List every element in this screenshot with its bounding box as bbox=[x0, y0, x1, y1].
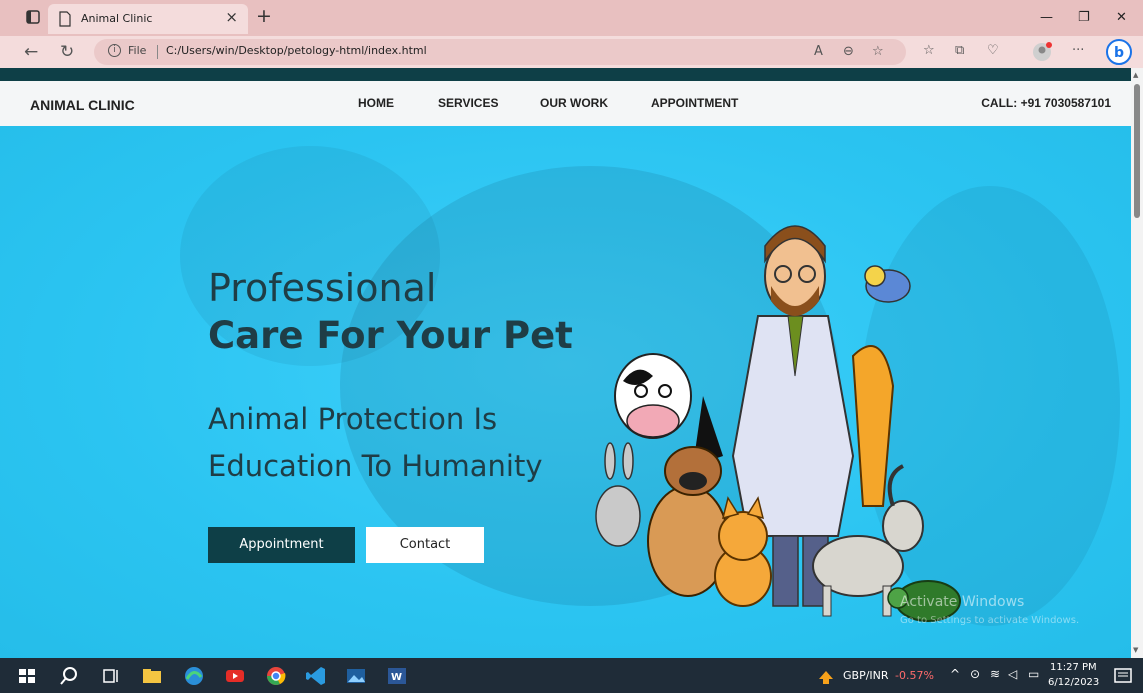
address-bar[interactable]: i File C:/Users/win/Desktop/petology-htm… bbox=[94, 39, 906, 65]
activate-windows-subtitle: Go to Settings to activate Windows. bbox=[900, 615, 1080, 626]
stock-ticker-icon[interactable] bbox=[815, 665, 837, 687]
svg-text:W: W bbox=[391, 672, 402, 683]
favorite-star-icon[interactable]: ☆ bbox=[872, 44, 884, 59]
contact-button[interactable]: Contact bbox=[366, 527, 484, 563]
windows-taskbar: W GBP/INR -0.57% ^ ⊙ ≋ ◁ ▭ 11:27 PM 6/12… bbox=[0, 658, 1143, 693]
hero-heading-bold: Care For Your Pet bbox=[208, 314, 573, 357]
start-icon[interactable] bbox=[16, 665, 38, 687]
page-viewport: ANIMAL CLINIC HOME SERVICES OUR WORK APP… bbox=[0, 68, 1131, 658]
svg-text:b: b bbox=[1114, 45, 1124, 61]
hero-section: Professional Care For Your Pet Animal Pr… bbox=[0, 126, 1131, 658]
top-stripe bbox=[0, 68, 1131, 81]
file-label: File bbox=[128, 44, 147, 57]
refresh-icon[interactable]: ↻ bbox=[60, 42, 74, 62]
file-explorer-icon[interactable] bbox=[141, 665, 163, 687]
page-icon bbox=[59, 11, 71, 27]
hero-subheading-2: Education To Humanity bbox=[208, 449, 543, 483]
call-number[interactable]: CALL: +91 7030587101 bbox=[981, 96, 1111, 110]
browser-tab-bar: Animal Clinic × + — ❐ ✕ bbox=[0, 0, 1143, 36]
hero-heading-light: Professional bbox=[208, 266, 437, 310]
info-icon[interactable]: i bbox=[108, 44, 121, 57]
network-icon[interactable]: ≋ bbox=[990, 667, 1000, 681]
collections-icon[interactable]: ⧉ bbox=[955, 43, 964, 58]
zoom-icon[interactable]: ⊖ bbox=[843, 44, 854, 59]
screen: Animal Clinic × + — ❐ ✕ ← ↻ i File C:/Us… bbox=[0, 0, 1143, 693]
nav-our-work[interactable]: OUR WORK bbox=[540, 96, 608, 110]
nav-services[interactable]: SERVICES bbox=[438, 96, 498, 110]
back-icon[interactable]: ← bbox=[24, 42, 38, 62]
activate-windows-watermark: Activate Windows bbox=[900, 594, 1025, 610]
brand-logo[interactable]: ANIMAL CLINIC bbox=[30, 97, 135, 113]
profile-avatar-icon[interactable] bbox=[1031, 41, 1053, 63]
restore-icon[interactable]: ❐ bbox=[1078, 10, 1090, 25]
minimize-icon[interactable]: — bbox=[1040, 10, 1053, 25]
new-tab-button[interactable]: + bbox=[256, 5, 272, 27]
task-view-icon[interactable] bbox=[100, 665, 122, 687]
scroll-up-icon[interactable]: ▲ bbox=[1133, 71, 1138, 79]
meet-now-icon[interactable]: ⊙ bbox=[970, 667, 980, 681]
volume-icon[interactable]: ◁ bbox=[1008, 667, 1017, 681]
separator bbox=[157, 45, 158, 59]
photos-icon[interactable] bbox=[345, 665, 367, 687]
search-icon[interactable] bbox=[58, 665, 80, 687]
more-menu-icon[interactable]: ··· bbox=[1072, 43, 1084, 58]
scroll-thumb[interactable] bbox=[1134, 84, 1140, 218]
extensions-icon[interactable]: ♡ bbox=[987, 43, 999, 58]
favorites-icon[interactable]: ☆ bbox=[923, 43, 935, 58]
ticker-change[interactable]: -0.57% bbox=[895, 669, 934, 682]
word-icon[interactable]: W bbox=[386, 665, 408, 687]
edge-icon[interactable] bbox=[183, 665, 205, 687]
vet-with-animals-illustration bbox=[595, 225, 961, 622]
youtube-icon[interactable] bbox=[224, 665, 246, 687]
notifications-icon[interactable] bbox=[1112, 665, 1134, 687]
appointment-button[interactable]: Appointment bbox=[208, 527, 355, 563]
browser-tab[interactable]: Animal Clinic × bbox=[48, 4, 248, 34]
close-window-icon[interactable]: ✕ bbox=[1116, 10, 1127, 25]
chrome-icon[interactable] bbox=[265, 665, 287, 687]
scroll-down-icon[interactable]: ▼ bbox=[1133, 646, 1138, 654]
site-navbar: ANIMAL CLINIC HOME SERVICES OUR WORK APP… bbox=[0, 81, 1131, 126]
nav-appointment[interactable]: APPOINTMENT bbox=[651, 96, 738, 110]
nav-home[interactable]: HOME bbox=[358, 96, 394, 110]
battery-icon[interactable]: ▭ bbox=[1028, 667, 1039, 681]
vscode-icon[interactable] bbox=[305, 665, 327, 687]
clock-time[interactable]: 11:27 PM bbox=[1050, 662, 1097, 673]
vertical-scrollbar[interactable]: ▲ ▼ bbox=[1131, 68, 1143, 658]
ticker-pair[interactable]: GBP/INR bbox=[843, 669, 889, 682]
tab-title: Animal Clinic bbox=[81, 12, 153, 25]
read-aloud-icon[interactable]: A bbox=[814, 44, 823, 59]
bing-icon[interactable]: b bbox=[1105, 38, 1133, 66]
tab-close-icon[interactable]: × bbox=[225, 8, 238, 26]
hero-subheading-1: Animal Protection Is bbox=[208, 402, 498, 436]
url-text[interactable]: C:/Users/win/Desktop/petology-html/index… bbox=[166, 44, 427, 57]
tray-chevron-icon[interactable]: ^ bbox=[950, 667, 960, 681]
tab-actions-icon[interactable] bbox=[24, 8, 42, 26]
clock-date[interactable]: 6/12/2023 bbox=[1048, 677, 1099, 688]
address-bar-row: ← ↻ i File C:/Users/win/Desktop/petology… bbox=[0, 36, 1143, 68]
